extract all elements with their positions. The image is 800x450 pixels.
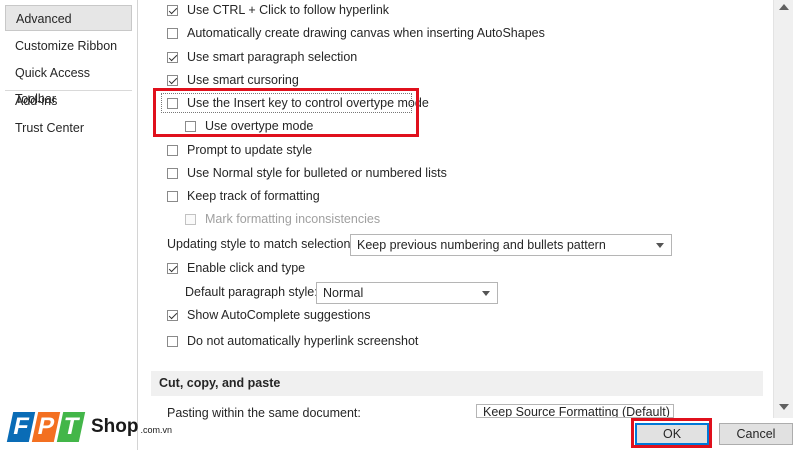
logo-tile-t: T <box>56 412 86 442</box>
option-prompt-update-style[interactable]: Prompt to update style <box>167 140 312 160</box>
option-ctrl-click[interactable]: Use CTRL + Click to follow hyperlink <box>167 0 389 20</box>
option-label: Prompt to update style <box>187 143 313 157</box>
checkbox[interactable] <box>167 335 178 347</box>
option-label: Enable click and type <box>187 261 306 275</box>
sidebar-item-trust-center[interactable]: Trust Center <box>5 115 132 141</box>
scroll-down-icon[interactable] <box>779 404 789 410</box>
option-no-auto-hyperlink[interactable]: Do not automatically hyperlink screensho… <box>167 331 418 351</box>
checkbox[interactable] <box>167 4 178 16</box>
updating-style-label: Updating style to match selection: <box>167 237 354 251</box>
option-label: Use smart cursoring <box>187 73 299 87</box>
fpt-shop-logo: F P T Shop .com.vn <box>6 398 173 442</box>
checkbox[interactable] <box>167 27 178 39</box>
option-label: Use smart paragraph selection <box>187 50 358 64</box>
checkbox[interactable] <box>167 309 178 321</box>
option-click-and-type[interactable]: Enable click and type <box>167 258 305 278</box>
option-label: Do not automatically hyperlink screensho… <box>187 334 419 348</box>
option-label: Use Normal style for bulleted or numbere… <box>187 166 447 180</box>
cancel-button[interactable]: Cancel <box>719 423 793 445</box>
pasting-same-document-dropdown[interactable]: Keep Source Formatting (Default) <box>476 404 674 418</box>
option-autocomplete[interactable]: Show AutoComplete suggestions <box>167 305 370 325</box>
option-label: Use CTRL + Click to follow hyperlink <box>187 3 390 17</box>
updating-style-dropdown[interactable]: Keep previous numbering and bullets patt… <box>350 234 672 256</box>
dropdown-value: Keep Source Formatting (Default) <box>483 405 670 418</box>
option-label: Show AutoComplete suggestions <box>187 308 371 322</box>
highlight-box-overtype <box>153 88 419 137</box>
logo-tile-f: F <box>6 412 36 442</box>
checkbox[interactable] <box>167 74 178 86</box>
sidebar-item-customize-ribbon[interactable]: Customize Ribbon <box>5 33 132 59</box>
pasting-same-document-label: Pasting within the same document: <box>167 406 361 420</box>
chevron-down-icon <box>656 243 664 248</box>
option-drawing-canvas[interactable]: Automatically create drawing canvas when… <box>167 23 545 43</box>
option-smart-cursoring[interactable]: Use smart cursoring <box>167 70 299 90</box>
checkbox <box>185 213 196 225</box>
checkbox[interactable] <box>167 144 178 156</box>
option-label: Mark formatting inconsistencies <box>205 212 381 226</box>
option-mark-inconsistencies: Mark formatting inconsistencies <box>185 209 380 229</box>
logo-domain-text: .com.vn <box>140 425 173 435</box>
logo-shop-text: Shop <box>91 416 139 437</box>
chevron-down-icon <box>482 291 490 296</box>
section-header-cut-copy-paste: Cut, copy, and paste <box>151 371 763 396</box>
option-label: Automatically create drawing canvas when… <box>187 26 545 40</box>
sidebar-item-quick-access-toolbar[interactable]: Quick Access Toolbar <box>5 60 132 106</box>
option-keep-track-formatting[interactable]: Keep track of formatting <box>167 186 320 206</box>
options-sidebar: Advanced Customize Ribbon Quick Access T… <box>0 0 138 450</box>
vertical-scrollbar[interactable] <box>773 0 793 418</box>
checkbox[interactable] <box>167 262 178 274</box>
checkbox[interactable] <box>167 51 178 63</box>
checkbox[interactable] <box>167 167 178 179</box>
option-label: Keep track of formatting <box>187 189 320 203</box>
dropdown-value: Normal <box>323 286 364 300</box>
scroll-up-icon[interactable] <box>779 4 789 10</box>
option-smart-paragraph[interactable]: Use smart paragraph selection <box>167 47 357 67</box>
option-normal-style-lists[interactable]: Use Normal style for bulleted or numbere… <box>167 163 447 183</box>
dropdown-value: Keep previous numbering and bullets patt… <box>357 238 606 252</box>
logo-tile-p: P <box>31 412 61 442</box>
checkbox[interactable] <box>167 190 178 202</box>
ok-button[interactable]: OK <box>635 423 709 445</box>
sidebar-item-advanced[interactable]: Advanced <box>5 5 132 31</box>
default-paragraph-dropdown[interactable]: Normal <box>316 282 498 304</box>
sidebar-item-add-ins[interactable]: Add-ins <box>5 88 132 114</box>
default-paragraph-label: Default paragraph style: <box>185 285 318 299</box>
